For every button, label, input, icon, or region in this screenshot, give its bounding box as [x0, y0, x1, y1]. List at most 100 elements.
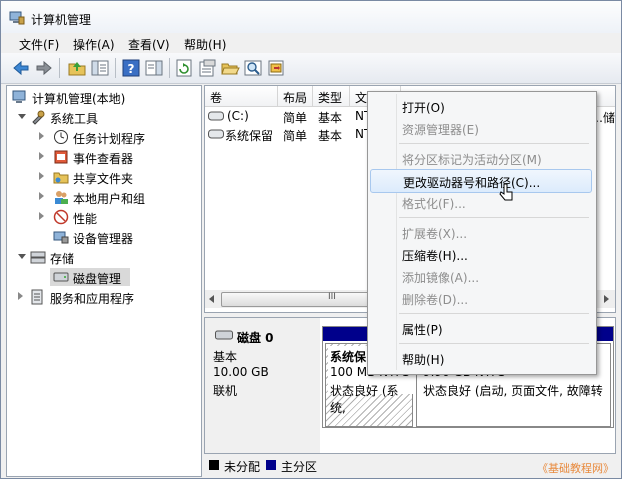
- services-icon: [31, 289, 43, 305]
- expanded-arrow-icon[interactable]: [18, 254, 26, 259]
- menu-file[interactable]: 文件(F): [19, 36, 59, 53]
- tree-item-event-viewer[interactable]: 事件查看器: [12, 148, 197, 166]
- toolbar-separator: [169, 58, 170, 78]
- menu-item-change-drive-letter[interactable]: 更改驱动器号和路径(C)...: [370, 169, 592, 193]
- title-bar[interactable]: 计算机管理: [1, 1, 621, 33]
- tree-label: 性能: [73, 212, 98, 226]
- context-menu: 打开(O) 资源管理器(E) 将分区标记为活动分区(M) 更改驱动器号和路径(C…: [367, 91, 597, 375]
- tree-item-storage[interactable]: 存储: [12, 248, 197, 266]
- tree-item-disk-management[interactable]: 磁盘管理: [50, 268, 130, 286]
- volume-name: 系统保留: [225, 129, 274, 143]
- disk-info-panel[interactable]: 磁盘 0 基本 10.00 GB 联机: [205, 318, 320, 453]
- tree-item-device-manager[interactable]: 设备管理器: [12, 228, 197, 246]
- disk-status: 联机: [213, 384, 238, 398]
- shared-folder-icon: [53, 172, 69, 184]
- menu-help[interactable]: 帮助(H): [184, 36, 226, 53]
- up-folder-icon[interactable]: [67, 58, 87, 78]
- collapsed-arrow-icon[interactable]: [39, 132, 44, 140]
- tree-label: 本地用户和组: [73, 192, 146, 206]
- toolbar-separator: [115, 58, 116, 78]
- menu-item-format[interactable]: 格式化(F)...: [370, 191, 592, 213]
- menu-item-delete[interactable]: 删除卷(D)...: [370, 287, 592, 309]
- menu-separator: [399, 217, 589, 218]
- disk-icon: [53, 272, 69, 282]
- help-icon[interactable]: ?: [121, 58, 141, 78]
- collapsed-arrow-icon[interactable]: [18, 292, 23, 300]
- tools-icon: [32, 110, 45, 125]
- device-manager-icon: [53, 231, 69, 244]
- window-title: 计算机管理: [31, 13, 92, 27]
- tree-item-task-scheduler[interactable]: 任务计划程序: [12, 128, 197, 146]
- column-header-volume[interactable]: 卷: [205, 86, 278, 107]
- column-header-type[interactable]: 类型: [313, 86, 350, 107]
- menu-item-properties[interactable]: 属性(P): [370, 317, 592, 339]
- tree-item-shared-folders[interactable]: 共享文件夹: [12, 168, 197, 186]
- navigation-tree: 计算机管理(本地) 系统工具 任务计划程序 事件查看器 共享文件夹 本地用户和组…: [6, 85, 202, 477]
- back-arrow-icon[interactable]: [11, 58, 31, 78]
- scroll-left-icon[interactable]: [209, 295, 214, 303]
- tree-label: 设备管理器: [73, 232, 134, 246]
- computer-management-icon: [9, 11, 25, 25]
- volume-type: 基本: [318, 129, 343, 143]
- collapsed-arrow-icon[interactable]: [39, 212, 44, 220]
- menu-view[interactable]: 查看(V): [128, 36, 170, 53]
- volume-name: (C:): [227, 109, 249, 123]
- clock-icon: [54, 130, 68, 144]
- disk-icon: [215, 330, 233, 340]
- refresh-icon[interactable]: [174, 58, 194, 78]
- legend-unallocated: 未分配: [224, 460, 261, 474]
- forward-arrow-icon[interactable]: [34, 58, 54, 78]
- toolbar: ?: [1, 53, 621, 84]
- tree-item-services[interactable]: 服务和应用程序: [12, 288, 197, 306]
- volume-layout: 简单: [283, 111, 308, 125]
- drive-icon: [208, 129, 224, 139]
- tree-label: 任务计划程序: [73, 132, 146, 146]
- volume-type: 基本: [318, 111, 343, 125]
- tree-label: 存储: [50, 252, 75, 266]
- tree-item-computer-management[interactable]: 计算机管理(本地): [12, 88, 197, 106]
- volume-layout: 简单: [283, 129, 308, 143]
- mouse-cursor-icon: [499, 183, 513, 201]
- menu-item-mark-active[interactable]: 将分区标记为活动分区(M): [370, 147, 592, 169]
- primary-swatch: [266, 460, 276, 470]
- column-header-layout[interactable]: 布局: [278, 86, 313, 107]
- unallocated-swatch: [209, 460, 219, 470]
- tree-label: 磁盘管理: [73, 272, 122, 286]
- show-tree-icon[interactable]: [90, 58, 110, 78]
- expanded-arrow-icon[interactable]: [18, 114, 26, 119]
- scrollbar-grip: III: [328, 292, 336, 302]
- export-icon[interactable]: [266, 58, 286, 78]
- event-viewer-icon: [54, 150, 68, 164]
- partition-name: 系统保: [330, 350, 367, 364]
- computer-icon: [12, 90, 26, 103]
- computer-management-window: 计算机管理 文件(F) 操作(A) 查看(V) 帮助(H) ? 计算机管理(本地…: [0, 0, 622, 479]
- collapsed-arrow-icon[interactable]: [39, 192, 44, 200]
- menu-item-open[interactable]: 打开(O): [370, 95, 592, 117]
- collapsed-arrow-icon[interactable]: [39, 172, 44, 180]
- legend-primary: 主分区: [281, 460, 318, 474]
- tree-item-system-tools[interactable]: 系统工具: [12, 108, 197, 126]
- tree-label: 系统工具: [50, 112, 99, 126]
- show-action-pane-icon[interactable]: [144, 58, 164, 78]
- menu-item-shrink[interactable]: 压缩卷(H)...: [370, 243, 592, 265]
- scroll-right-icon[interactable]: [604, 295, 609, 303]
- svg-text:?: ?: [128, 62, 135, 76]
- tree-item-performance[interactable]: 性能: [12, 208, 197, 226]
- drive-icon: [208, 111, 224, 121]
- menu-separator: [399, 143, 589, 144]
- search-icon[interactable]: [243, 58, 263, 78]
- open-folder-icon[interactable]: [220, 58, 240, 78]
- menu-item-add-mirror[interactable]: 添加镜像(A)...: [370, 265, 592, 287]
- menu-action[interactable]: 操作(A): [73, 36, 115, 53]
- performance-icon: [53, 209, 69, 225]
- menu-item-extend[interactable]: 扩展卷(X)...: [370, 221, 592, 243]
- disk-size: 10.00 GB: [213, 365, 269, 379]
- menu-item-help[interactable]: 帮助(H): [370, 347, 592, 369]
- collapsed-arrow-icon[interactable]: [39, 152, 44, 160]
- menu-item-explore[interactable]: 资源管理器(E): [370, 117, 592, 139]
- partition-status: 状态良好 (系统,: [330, 384, 399, 415]
- properties-icon[interactable]: [197, 58, 217, 78]
- tree-label: 计算机管理(本地): [32, 92, 126, 106]
- tree-item-local-users[interactable]: 本地用户和组: [12, 188, 197, 206]
- disk-name: 磁盘 0: [237, 331, 274, 345]
